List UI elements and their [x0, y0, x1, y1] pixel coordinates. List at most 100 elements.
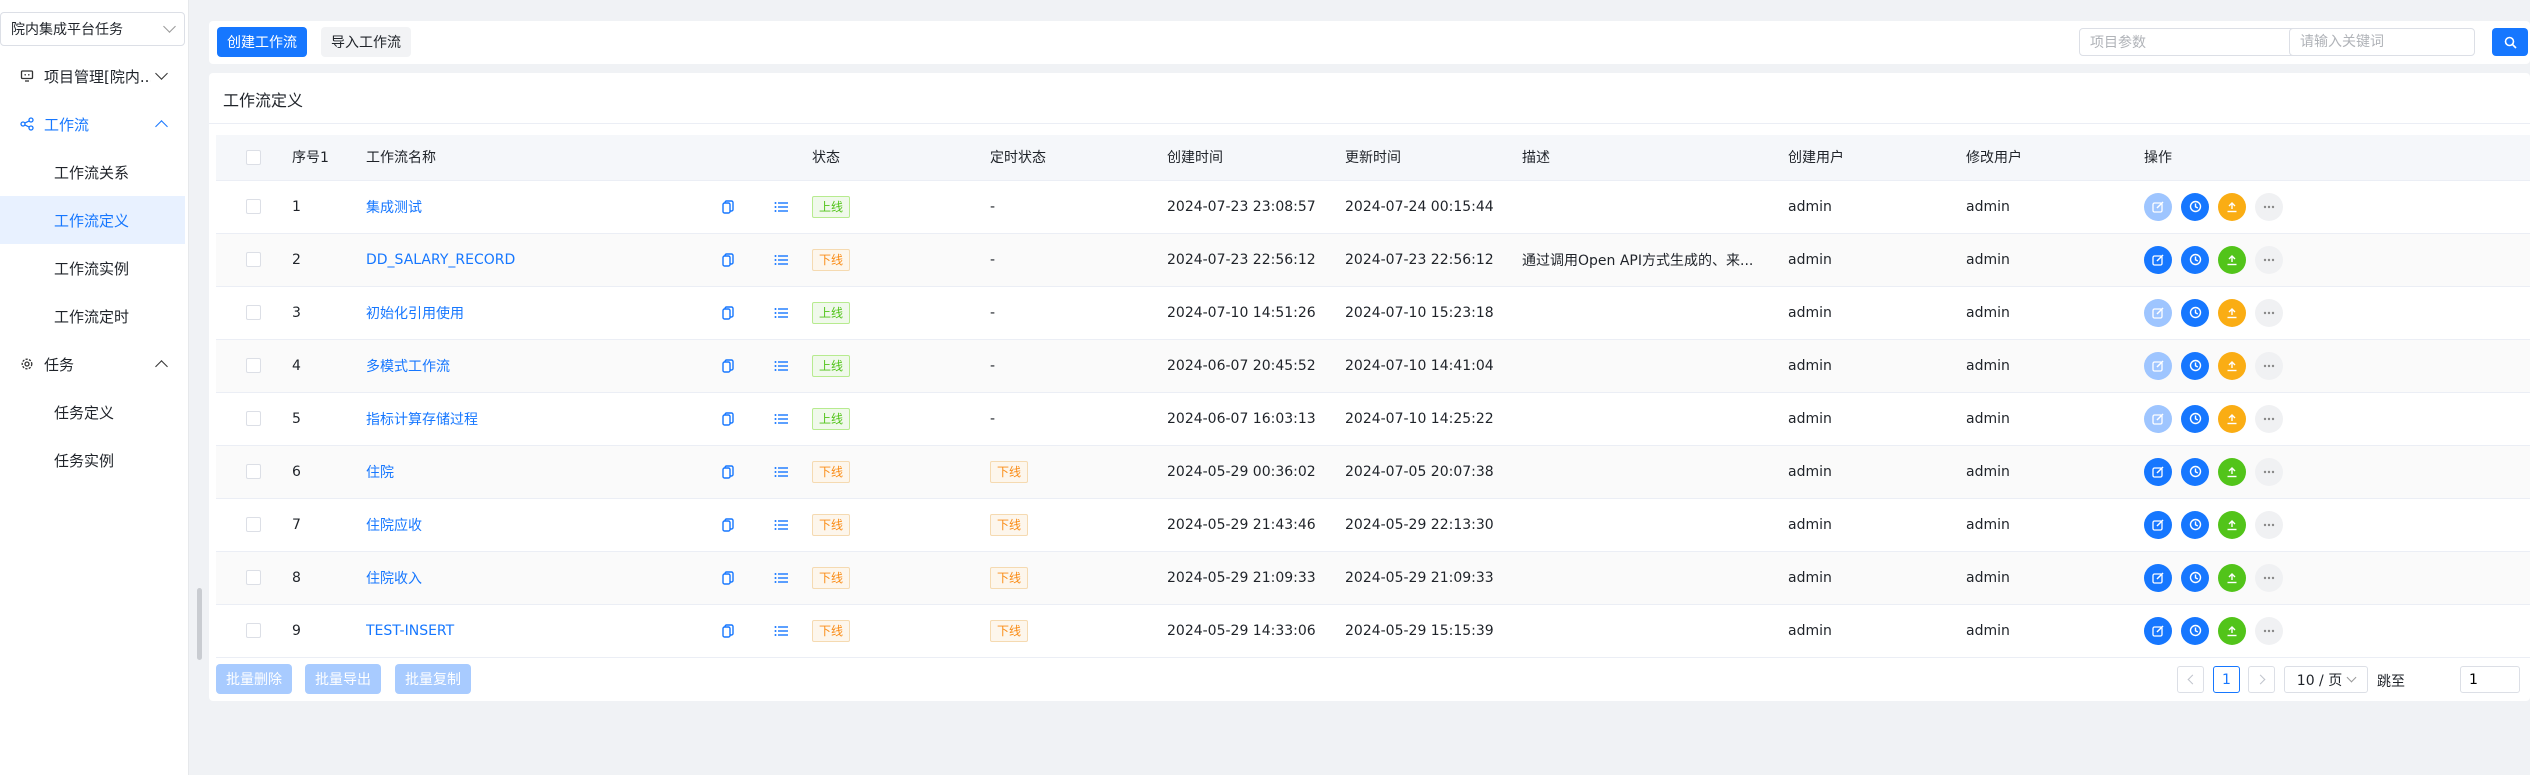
- menu-group-workflow[interactable]: 工作流: [0, 100, 185, 148]
- sidebar-item-workflow-instance[interactable]: 工作流实例: [0, 244, 185, 292]
- workflow-name-link[interactable]: 集成测试: [366, 197, 722, 217]
- copy-icon[interactable]: [722, 411, 734, 426]
- row-checkbox[interactable]: [246, 570, 261, 585]
- row-checkbox[interactable]: [246, 517, 261, 532]
- list-icon[interactable]: [774, 201, 788, 213]
- search-button[interactable]: [2492, 28, 2528, 56]
- edit-button[interactable]: [2144, 192, 2172, 221]
- timing-button[interactable]: [2181, 510, 2209, 539]
- online-toggle-button[interactable]: [2218, 298, 2246, 327]
- copy-icon[interactable]: [722, 623, 734, 638]
- timing-button[interactable]: [2181, 351, 2209, 380]
- sidebar-item-task-instance[interactable]: 任务实例: [0, 436, 185, 484]
- edit-button[interactable]: [2144, 351, 2172, 380]
- param-select-placeholder: 项目参数: [2090, 35, 2146, 51]
- edit-button[interactable]: [2144, 245, 2172, 274]
- list-icon[interactable]: [774, 466, 788, 478]
- workflow-name-link[interactable]: 指标计算存储过程: [366, 409, 722, 429]
- list-icon[interactable]: [774, 519, 788, 531]
- workflow-name-link[interactable]: 多模式工作流: [366, 356, 722, 376]
- sidebar-scrollbar[interactable]: [197, 588, 202, 660]
- row-checkbox[interactable]: [246, 464, 261, 479]
- list-icon[interactable]: [774, 360, 788, 372]
- more-button[interactable]: [2255, 351, 2283, 380]
- edit-button[interactable]: [2144, 510, 2172, 539]
- copy-icon[interactable]: [722, 305, 734, 320]
- menu-group-project[interactable]: 项目管理[院内...: [0, 52, 185, 100]
- more-button[interactable]: [2255, 404, 2283, 433]
- workflow-name-link[interactable]: 住院应收: [366, 515, 722, 535]
- online-toggle-button[interactable]: [2218, 245, 2246, 274]
- row-checkbox[interactable]: [246, 411, 261, 426]
- batch-copy-button[interactable]: 批量复制: [395, 664, 471, 694]
- workflow-name-link[interactable]: 初始化引用使用: [366, 303, 722, 323]
- prev-page-button[interactable]: [2177, 666, 2204, 693]
- edit-button[interactable]: [2144, 563, 2172, 592]
- online-toggle-button[interactable]: [2218, 192, 2246, 221]
- timing-button[interactable]: [2181, 192, 2209, 221]
- timing-button[interactable]: [2181, 298, 2209, 327]
- timing-button[interactable]: [2181, 563, 2209, 592]
- next-page-button[interactable]: [2248, 666, 2275, 693]
- edit-button[interactable]: [2144, 404, 2172, 433]
- sidebar-item-workflow-timing[interactable]: 工作流定时: [0, 292, 185, 340]
- copy-icon[interactable]: [722, 358, 734, 373]
- select-all-checkbox[interactable]: [246, 149, 261, 165]
- copy-icon[interactable]: [722, 517, 734, 532]
- keyword-search-input[interactable]: [2289, 28, 2475, 56]
- edit-button[interactable]: [2144, 298, 2172, 327]
- workflow-name-link[interactable]: 住院: [366, 462, 722, 482]
- list-icon[interactable]: [774, 625, 788, 637]
- copy-icon[interactable]: [722, 464, 734, 479]
- more-button[interactable]: [2255, 616, 2283, 645]
- online-toggle-button[interactable]: [2218, 563, 2246, 592]
- timing-button[interactable]: [2181, 245, 2209, 274]
- batch-export-button[interactable]: 批量导出: [305, 664, 381, 694]
- list-icon[interactable]: [774, 572, 788, 584]
- import-workflow-button[interactable]: 导入工作流: [321, 27, 411, 57]
- more-button[interactable]: [2255, 192, 2283, 221]
- list-icon[interactable]: [774, 307, 788, 319]
- row-checkbox[interactable]: [246, 199, 261, 214]
- online-toggle-button[interactable]: [2218, 404, 2246, 433]
- create-workflow-button[interactable]: 创建工作流: [217, 27, 307, 57]
- more-button[interactable]: [2255, 245, 2283, 274]
- copy-icon[interactable]: [722, 252, 734, 267]
- copy-icon[interactable]: [722, 570, 734, 585]
- more-button[interactable]: [2255, 457, 2283, 486]
- edit-button[interactable]: [2144, 457, 2172, 486]
- workflow-name-link[interactable]: TEST-INSERT: [366, 623, 722, 639]
- row-modifier: admin: [1966, 286, 2144, 340]
- more-button[interactable]: [2255, 298, 2283, 327]
- sidebar-item-task-definition[interactable]: 任务定义: [0, 388, 185, 436]
- row-checkbox[interactable]: [246, 623, 261, 638]
- workflow-name-link[interactable]: 住院收入: [366, 568, 722, 588]
- menu-group-task[interactable]: 任务: [0, 340, 185, 388]
- row-checkbox[interactable]: [246, 252, 261, 267]
- sidebar-item-workflow-definition[interactable]: 工作流定义: [0, 196, 185, 244]
- row-checkbox[interactable]: [246, 358, 261, 373]
- online-toggle-button[interactable]: [2218, 351, 2246, 380]
- jump-page-input[interactable]: [2460, 666, 2520, 693]
- batch-delete-button[interactable]: 批量删除: [216, 664, 292, 694]
- sidebar-item-workflow-relation[interactable]: 工作流关系: [0, 148, 185, 196]
- workflow-name-link[interactable]: DD_SALARY_RECORD: [366, 252, 722, 268]
- page-size-select[interactable]: 10 / 页: [2284, 666, 2368, 693]
- list-icon[interactable]: [774, 413, 788, 425]
- timing-button[interactable]: [2181, 404, 2209, 433]
- list-icon[interactable]: [774, 254, 788, 266]
- edit-button[interactable]: [2144, 616, 2172, 645]
- online-toggle-button[interactable]: [2218, 616, 2246, 645]
- online-toggle-button[interactable]: [2218, 510, 2246, 539]
- row-checkbox[interactable]: [246, 305, 261, 320]
- project-param-select[interactable]: 项目参数: [2079, 28, 2323, 56]
- timing-button[interactable]: [2181, 616, 2209, 645]
- more-button[interactable]: [2255, 510, 2283, 539]
- online-toggle-button[interactable]: [2218, 457, 2246, 486]
- project-select[interactable]: 院内集成平台任务: [0, 12, 185, 46]
- copy-icon[interactable]: [722, 199, 734, 214]
- timing-button[interactable]: [2181, 457, 2209, 486]
- more-button[interactable]: [2255, 563, 2283, 592]
- page-number[interactable]: 1: [2213, 666, 2240, 693]
- row-creator: admin: [1788, 180, 1966, 234]
